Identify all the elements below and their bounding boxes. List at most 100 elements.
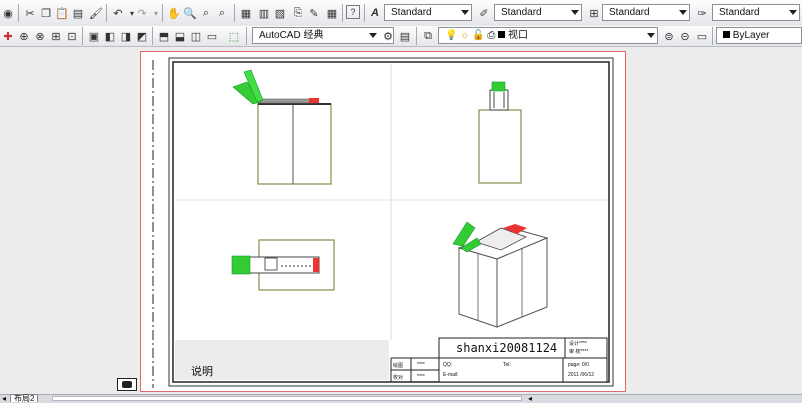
separator: [82, 27, 83, 45]
dim-style-dropdown[interactable]: Standard: [494, 4, 582, 21]
date-value: 2011 /06/12: [568, 372, 595, 378]
email-label: E-mail:: [443, 372, 459, 378]
table-style-value: Standard: [609, 7, 650, 18]
layer-properties-icon[interactable]: ⧉: [420, 28, 436, 44]
separator: [234, 4, 235, 22]
row2-label: 校对: [393, 375, 404, 381]
help-question-icon[interactable]: ?: [346, 5, 360, 19]
view-top-icon[interactable]: ▣: [86, 28, 102, 44]
separator: [342, 4, 343, 22]
viewport-icon[interactable]: ⬒: [156, 28, 172, 44]
viewport-poly-icon[interactable]: ⬓: [172, 28, 188, 44]
properties-icon[interactable]: ▦: [238, 5, 254, 21]
layout-sheet[interactable]: 说明 shanxi20081124 设计**** 审 核**** 绘图 ****…: [140, 51, 626, 392]
ucs-face-icon[interactable]: ⊞: [48, 28, 64, 44]
front-view: [232, 69, 332, 185]
viewport-clip-icon[interactable]: ▭: [204, 28, 220, 44]
reviewer-label: 审 核****: [569, 349, 589, 355]
layer-dropdown[interactable]: 💡 ☼ 🔓 ⎙ 视口: [438, 27, 658, 44]
mleader-style-dropdown[interactable]: Standard: [712, 4, 800, 21]
standard-toolbar: ◉ ✂ ❐ 📋 ▤ 🖌 ↶ ▾ ↷ ▾ ✋ 🔍 ⌕ ⌕ ▦ ▥ ▧ ⎘ ✎ ▦ …: [0, 0, 802, 27]
view-front-icon[interactable]: ◧: [102, 28, 118, 44]
paint-icon[interactable]: 🖌: [88, 5, 104, 21]
lock-icon: 🔓: [472, 30, 485, 41]
zoom-previous-icon[interactable]: ⌕: [214, 5, 230, 21]
notes-label: 说明: [191, 366, 213, 378]
sun-icon: ☼: [460, 30, 470, 41]
separator: [18, 4, 19, 22]
separator: [712, 27, 713, 45]
side-view: [478, 81, 522, 184]
designer-label: 设计****: [569, 341, 587, 347]
chevron-down-icon: [369, 33, 377, 38]
chevron-down-icon: [461, 10, 469, 15]
ucs-object-icon[interactable]: ⊗: [32, 28, 48, 44]
color-dropdown[interactable]: ByLayer: [716, 27, 802, 44]
markup-icon[interactable]: ✎: [306, 5, 322, 21]
ucs-world-icon[interactable]: ⊕: [16, 28, 32, 44]
layer-state-icon[interactable]: ▭: [694, 28, 710, 44]
separator: [162, 4, 163, 22]
ucs-icon[interactable]: ✚: [0, 28, 16, 44]
view-iso-icon[interactable]: ◩: [134, 28, 150, 44]
workspace-dropdown[interactable]: AutoCAD 经典: [252, 27, 394, 44]
horizontal-scrollbar[interactable]: [52, 396, 522, 401]
cut-icon[interactable]: ✂: [22, 5, 38, 21]
mleader-style-value: Standard: [719, 7, 760, 18]
separator: [106, 4, 107, 22]
separator: [364, 4, 365, 22]
gear-icon[interactable]: ⚙: [380, 28, 396, 44]
ucs-view-icon[interactable]: ⊡: [64, 28, 80, 44]
tab-layout2[interactable]: 布局2: [10, 394, 39, 403]
pan-icon[interactable]: ✋: [166, 5, 182, 21]
copy-icon[interactable]: ❐: [38, 5, 54, 21]
separator: [416, 27, 417, 45]
color-value: ByLayer: [732, 30, 770, 41]
workspace-value: AutoCAD 经典: [259, 30, 324, 41]
chevron-down-icon: [571, 10, 579, 15]
workspace-settings-icon[interactable]: ▤: [397, 28, 413, 44]
row1-label: 绘图: [393, 363, 404, 369]
mleader-style-icon: ✑: [697, 7, 707, 20]
layer-value: 视口: [507, 30, 528, 41]
text-style-dropdown[interactable]: Standard: [384, 4, 472, 21]
print-icon: ⎙: [487, 30, 496, 41]
tab-nav-arrow[interactable]: ◂: [2, 395, 6, 403]
tel-label: Tel:: [503, 362, 511, 368]
page-label: page: 0/0: [568, 362, 589, 368]
drawing-canvas[interactable]: 说明 shanxi20081124 设计**** 审 核**** 绘图 ****…: [0, 47, 802, 396]
viewport-scale-icon[interactable]: ⬚: [226, 28, 242, 44]
dim-style-icon: ✐: [479, 7, 489, 20]
color-swatch: [723, 31, 730, 38]
layer-previous-icon[interactable]: ⊝: [677, 28, 693, 44]
chevron-down-icon: [789, 10, 797, 15]
drawing-name: shanxi20081124: [456, 341, 558, 355]
row1-value: ****: [417, 362, 425, 368]
zoom-realtime-icon[interactable]: 🔍: [182, 5, 198, 21]
view-left-icon[interactable]: ◨: [118, 28, 134, 44]
row2-value: ****: [417, 374, 425, 380]
separator: [152, 27, 153, 45]
zoom-window-icon[interactable]: ⌕: [198, 5, 214, 21]
table-style-dropdown[interactable]: Standard: [602, 4, 690, 21]
help-icon[interactable]: ◉: [0, 5, 16, 21]
qq-label: QQ:: [443, 362, 453, 368]
tool-palettes-icon[interactable]: ▧: [272, 5, 288, 21]
match-properties-icon[interactable]: ▤: [70, 5, 86, 21]
sheet-set-icon[interactable]: ⎘: [290, 5, 306, 21]
paper-space-ucs-icon: [117, 378, 137, 391]
table-style-icon: ⊞: [589, 7, 599, 20]
viewport-object-icon[interactable]: ◫: [188, 28, 204, 44]
chevron-down-icon: [679, 10, 687, 15]
scroll-right-arrow[interactable]: ◂: [528, 395, 532, 403]
text-style-value: Standard: [391, 7, 432, 18]
lightbulb-icon: 💡: [445, 30, 458, 41]
calculator-icon[interactable]: ▦: [324, 5, 340, 21]
workspace-layers-toolbar: ✚ ⊕ ⊗ ⊞ ⊡ ▣ ◧ ◨ ◩ ⬒ ⬓ ◫ ▭ ⬚ AutoCAD 经典 ⚙…: [0, 26, 802, 47]
text-style-icon: A: [371, 7, 379, 19]
paste-icon[interactable]: 📋: [54, 5, 70, 21]
make-current-layer-icon[interactable]: ⊜: [661, 28, 677, 44]
layer-color-swatch: [498, 31, 506, 38]
separator: [246, 27, 247, 45]
design-center-icon[interactable]: ▥: [256, 5, 272, 21]
